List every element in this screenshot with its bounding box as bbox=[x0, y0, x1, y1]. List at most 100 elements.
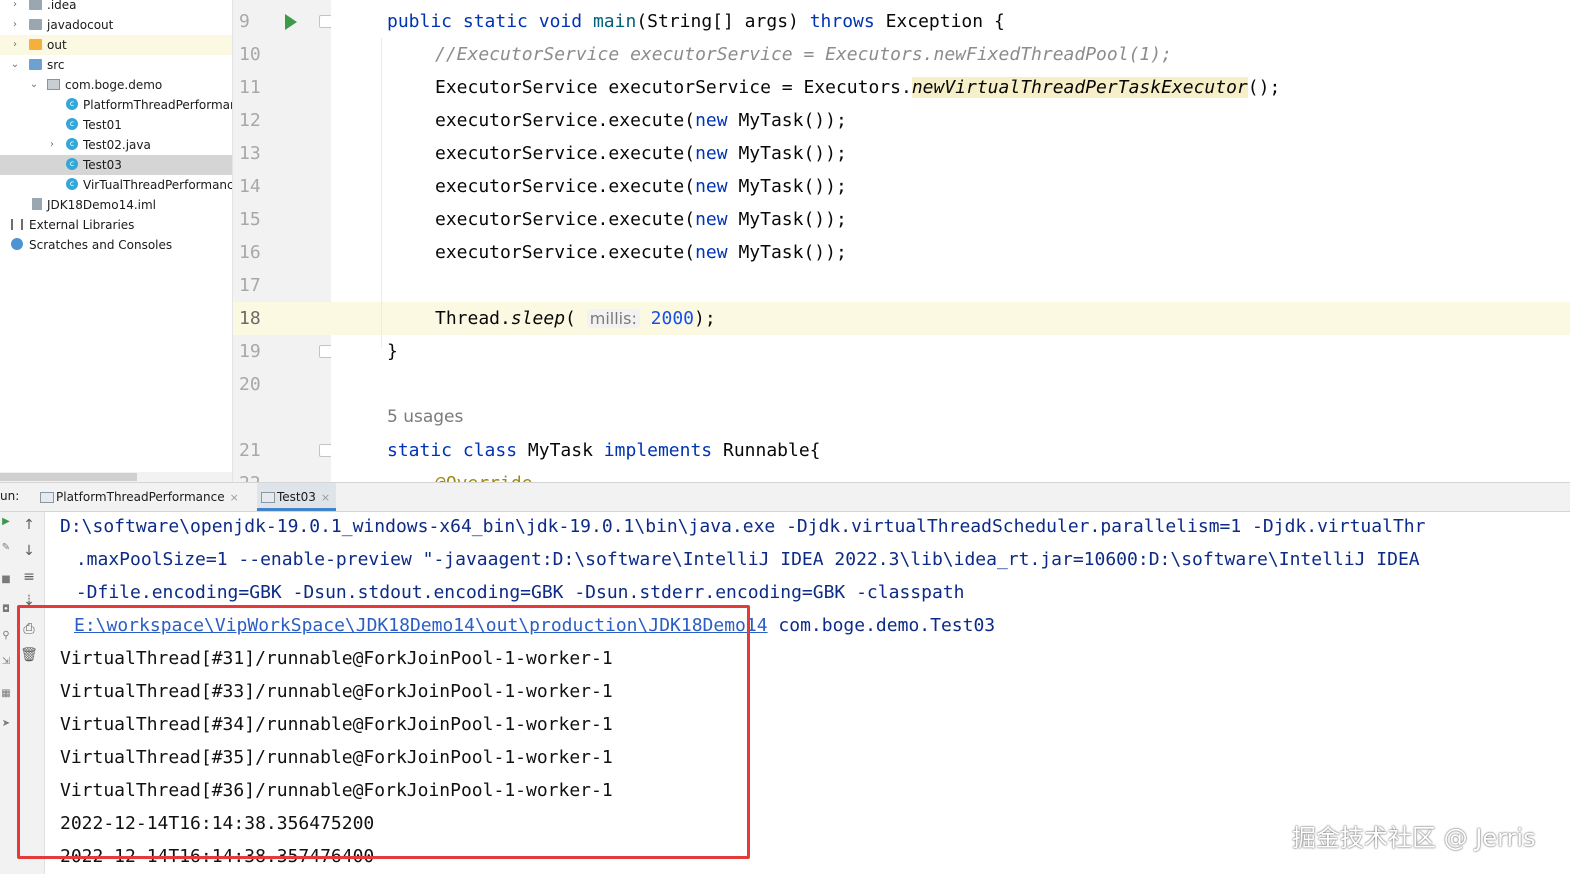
tab-test03[interactable]: Test03 × bbox=[257, 483, 337, 511]
code-text: ExecutorService executorService = Execut… bbox=[435, 77, 912, 98]
code-line-15: executorService.execute(new MyTask()); bbox=[435, 203, 847, 236]
tree-item-javadocout[interactable]: › javadocout bbox=[0, 15, 232, 35]
line-number: 12 bbox=[239, 110, 261, 131]
console-output-line: VirtualThread[#33]/runnable@ForkJoinPool… bbox=[60, 681, 613, 702]
chevron-right-icon[interactable]: › bbox=[47, 135, 57, 155]
tree-item-class[interactable]: c VirTualThreadPerformance bbox=[0, 175, 232, 195]
indent-guide bbox=[381, 38, 382, 348]
console-output-line: VirtualThread[#31]/runnable@ForkJoinPool… bbox=[60, 648, 613, 669]
wrench-icon[interactable]: ✎ bbox=[0, 542, 12, 554]
pin-tab-icon[interactable]: ➤ bbox=[0, 718, 12, 730]
console-command-line: E:\workspace\VipWorkSpace\JDK18Demo14\ou… bbox=[74, 609, 995, 642]
scroll-to-end-icon[interactable]: ⇣ bbox=[20, 592, 38, 610]
run-icon[interactable] bbox=[285, 14, 297, 30]
line-number: 20 bbox=[239, 374, 261, 395]
code-editor[interactable]: public static void main(String[] args) t… bbox=[331, 0, 1570, 482]
code-text: executorService.execute( bbox=[435, 110, 696, 131]
chevron-right-icon[interactable]: › bbox=[10, 35, 20, 55]
code-text: executorService.execute( bbox=[435, 176, 696, 197]
number-literal: 2000 bbox=[650, 308, 695, 329]
run-toolbar-secondary: ↑ ↓ ≡ ⇣ ⎙ 🗑 bbox=[14, 512, 45, 874]
console-output-line: 2022-12-14T16:14:38.357476400 bbox=[60, 846, 375, 867]
close-icon[interactable]: × bbox=[230, 491, 239, 504]
module-file-icon bbox=[32, 198, 42, 210]
source-folder-icon bbox=[29, 59, 42, 70]
chevron-right-icon[interactable]: › bbox=[10, 0, 20, 15]
pin-icon[interactable]: ⚲ bbox=[0, 630, 12, 642]
fold-icon[interactable] bbox=[319, 15, 331, 28]
scrollbar-thumb[interactable] bbox=[0, 473, 137, 481]
line-number: 22 bbox=[239, 467, 269, 482]
code-text: ); bbox=[694, 308, 716, 329]
tree-item-label: javadocout bbox=[47, 18, 114, 32]
java-class-icon: c bbox=[66, 178, 78, 190]
tree-item-iml[interactable]: JDK18Demo14.iml bbox=[0, 195, 232, 215]
tree-item-src[interactable]: ⌄ src bbox=[0, 55, 232, 75]
exit-icon[interactable]: ⇲ bbox=[0, 656, 12, 668]
code-line-18: Thread.sleep( millis: 2000); bbox=[435, 302, 716, 335]
java-class-icon: c bbox=[66, 138, 78, 150]
tree-item-idea[interactable]: › .idea bbox=[0, 0, 232, 15]
trash-icon[interactable]: 🗑 bbox=[20, 646, 38, 664]
tree-item-class[interactable]: c PlatformThreadPerformance bbox=[0, 95, 232, 115]
folder-icon bbox=[29, 0, 42, 10]
tree-item-label: JDK18Demo14.iml bbox=[47, 198, 157, 212]
fold-icon[interactable] bbox=[319, 345, 331, 358]
tree-item-class[interactable]: c Test01 bbox=[0, 115, 232, 135]
usages-hint[interactable]: 5 usages bbox=[387, 401, 463, 434]
close-icon[interactable]: × bbox=[321, 491, 330, 504]
chevron-down-icon[interactable]: ⌄ bbox=[10, 55, 20, 75]
line-number: 15 bbox=[239, 209, 261, 230]
tree-item-scratches[interactable]: Scratches and Consoles bbox=[0, 235, 232, 255]
line-number: 10 bbox=[239, 44, 261, 65]
layout-icon[interactable]: ▦ bbox=[0, 688, 12, 700]
code-text: (String[] args) bbox=[636, 11, 810, 32]
console-output-line: VirtualThread[#35]/runnable@ForkJoinPool… bbox=[60, 747, 613, 768]
static-method: sleep bbox=[510, 308, 566, 329]
tree-item-out[interactable]: › out bbox=[0, 35, 232, 55]
tree-item-class[interactable]: › c Test02.java bbox=[0, 135, 232, 155]
run-toolbar-primary: ▶ ✎ ■ ◘ ⚲ ⇲ ▦ ➤ bbox=[0, 512, 14, 874]
code-line-22-annotation: @Override bbox=[435, 467, 533, 482]
tree-item-package[interactable]: ⌄ com.boge.demo bbox=[0, 75, 232, 95]
soft-wrap-icon[interactable]: ≡ bbox=[20, 568, 38, 586]
chevron-down-icon[interactable]: ⌄ bbox=[29, 75, 39, 95]
keyword: implements bbox=[603, 440, 713, 461]
console-output-line: 2022-12-14T16:14:38.356475200 bbox=[60, 813, 375, 834]
classpath-link[interactable]: E:\workspace\VipWorkSpace\JDK18Demo14\ou… bbox=[74, 615, 768, 636]
tree-item-label: src bbox=[47, 58, 65, 72]
editor-gutter: 9 10 11 12 13 14 15 16 17 18 19 20 21 22 bbox=[232, 0, 331, 482]
line-number: 13 bbox=[239, 143, 261, 164]
run-label: un: bbox=[0, 489, 20, 503]
code-line-19: } bbox=[387, 341, 398, 362]
tree-item-class-selected[interactable]: c Test03 bbox=[0, 155, 232, 175]
rerun-icon[interactable]: ▶ bbox=[0, 516, 12, 528]
fold-icon[interactable] bbox=[319, 444, 331, 457]
tree-item-external-libraries[interactable]: External Libraries bbox=[0, 215, 232, 235]
tree-item-label: VirTualThreadPerformance bbox=[83, 178, 232, 192]
code-line-14: executorService.execute(new MyTask()); bbox=[435, 170, 847, 203]
tree-item-label: Test02.java bbox=[83, 138, 151, 152]
tree-item-label: External Libraries bbox=[29, 218, 135, 232]
stop-icon[interactable]: ■ bbox=[0, 574, 12, 586]
arrow-down-icon[interactable]: ↓ bbox=[20, 542, 38, 560]
tab-platform-thread-performance[interactable]: PlatformThreadPerformance × bbox=[36, 483, 245, 511]
camera-icon[interactable]: ◘ bbox=[0, 604, 12, 616]
code-line-10-comment: //ExecutorService executorService = Exec… bbox=[435, 44, 1172, 65]
tree-item-label: com.boge.demo bbox=[65, 78, 163, 92]
tree-horizontal-scrollbar[interactable] bbox=[0, 472, 232, 482]
code-text: executorService.execute( bbox=[435, 209, 696, 230]
java-class-icon: c bbox=[66, 118, 78, 130]
console-command-line: .maxPoolSize=1 --enable-preview "-javaag… bbox=[65, 549, 1420, 570]
keyword: class bbox=[462, 440, 518, 461]
code-line-11: ExecutorService executorService = Execut… bbox=[435, 71, 1280, 104]
keyword: new bbox=[695, 176, 728, 197]
keyword: throws bbox=[809, 11, 875, 32]
tree-item-label: out bbox=[47, 38, 67, 52]
folder-icon bbox=[29, 39, 42, 50]
print-icon[interactable]: ⎙ bbox=[20, 620, 38, 638]
arrow-up-icon[interactable]: ↑ bbox=[20, 516, 38, 534]
console-output-line: VirtualThread[#36]/runnable@ForkJoinPool… bbox=[60, 780, 613, 801]
method-name: main bbox=[592, 11, 637, 32]
chevron-right-icon[interactable]: › bbox=[10, 15, 20, 35]
